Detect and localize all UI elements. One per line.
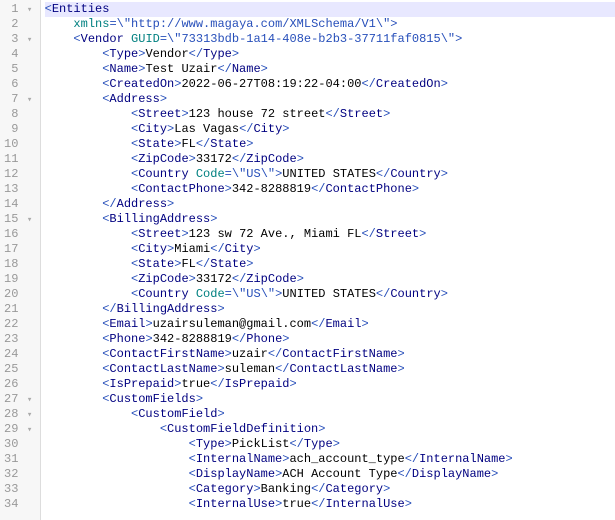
line-number: 23 xyxy=(4,332,34,347)
line-number: 32 xyxy=(4,467,34,482)
fold-icon[interactable]: ▾ xyxy=(26,33,34,48)
code-line[interactable]: <Entities xyxy=(45,2,615,17)
line-number: 10 xyxy=(4,137,34,152)
code-line[interactable]: </BillingAddress> xyxy=(45,302,615,317)
line-number: 20 xyxy=(4,287,34,302)
code-line[interactable]: <Address> xyxy=(45,92,615,107)
code-line[interactable]: <ContactPhone>342-8288819</ContactPhone> xyxy=(45,182,615,197)
line-number: 29 ▾ xyxy=(4,422,34,437)
code-area[interactable]: <Entities xmlns=\"http://www.magaya.com/… xyxy=(41,0,615,520)
line-number: 16 xyxy=(4,227,34,242)
line-number: 17 xyxy=(4,242,34,257)
code-line[interactable]: <Email>uzairsuleman@gmail.com</Email> xyxy=(45,317,615,332)
line-number: 14 xyxy=(4,197,34,212)
code-line[interactable]: <City>Las Vagas</City> xyxy=(45,122,615,137)
fold-icon[interactable]: ▾ xyxy=(26,3,34,18)
code-line[interactable]: <Phone>342-8288819</Phone> xyxy=(45,332,615,347)
fold-icon[interactable]: ▾ xyxy=(26,423,34,438)
fold-icon[interactable]: ▾ xyxy=(26,393,34,408)
line-number: 21 xyxy=(4,302,34,317)
line-number: 18 xyxy=(4,257,34,272)
fold-icon[interactable]: ▾ xyxy=(26,213,34,228)
line-number: 19 xyxy=(4,272,34,287)
line-number-gutter: 1 ▾2 3 ▾4 5 6 7 ▾8 9 10 11 12 13 14 15 ▾… xyxy=(0,0,41,520)
line-number: 25 xyxy=(4,362,34,377)
line-number: 6 xyxy=(4,77,34,92)
code-line[interactable]: <Street>123 sw 72 Ave., Miami FL</Street… xyxy=(45,227,615,242)
line-number: 15 ▾ xyxy=(4,212,34,227)
code-line[interactable]: <ContactLastName>suleman</ContactLastNam… xyxy=(45,362,615,377)
line-number: 4 xyxy=(4,47,34,62)
line-number: 33 xyxy=(4,482,34,497)
code-editor[interactable]: 1 ▾2 3 ▾4 5 6 7 ▾8 9 10 11 12 13 14 15 ▾… xyxy=(0,0,615,520)
line-number: 28 ▾ xyxy=(4,407,34,422)
line-number: 11 xyxy=(4,152,34,167)
code-line[interactable]: <IsPrepaid>true</IsPrepaid> xyxy=(45,377,615,392)
code-line[interactable]: <Country Code=\"US\">UNITED STATES</Coun… xyxy=(45,167,615,182)
code-line[interactable]: <ZipCode>33172</ZipCode> xyxy=(45,152,615,167)
line-number: 30 xyxy=(4,437,34,452)
code-line[interactable]: <CreatedOn>2022-06-27T08:19:22-04:00</Cr… xyxy=(45,77,615,92)
code-line[interactable]: <DisplayName>ACH Account Type</DisplayNa… xyxy=(45,467,615,482)
code-line[interactable]: <Street>123 house 72 street</Street> xyxy=(45,107,615,122)
code-line[interactable]: <CustomField> xyxy=(45,407,615,422)
fold-icon[interactable]: ▾ xyxy=(26,93,34,108)
line-number: 22 xyxy=(4,317,34,332)
line-number: 34 xyxy=(4,497,34,512)
line-number: 24 xyxy=(4,347,34,362)
line-number: 5 xyxy=(4,62,34,77)
code-line[interactable]: <InternalUse>true</InternalUse> xyxy=(45,497,615,512)
fold-icon[interactable]: ▾ xyxy=(26,408,34,423)
line-number: 2 xyxy=(4,17,34,32)
code-line[interactable]: </Address> xyxy=(45,197,615,212)
code-line[interactable]: <InternalName>ach_account_type</Internal… xyxy=(45,452,615,467)
code-line[interactable]: <City>Miami</City> xyxy=(45,242,615,257)
line-number: 13 xyxy=(4,182,34,197)
code-line[interactable]: <Country Code=\"US\">UNITED STATES</Coun… xyxy=(45,287,615,302)
line-number: 31 xyxy=(4,452,34,467)
line-number: 26 xyxy=(4,377,34,392)
code-line[interactable]: <CustomFieldDefinition> xyxy=(45,422,615,437)
line-number: 8 xyxy=(4,107,34,122)
line-number: 1 ▾ xyxy=(4,2,34,17)
code-line[interactable]: <Type>PickList</Type> xyxy=(45,437,615,452)
code-line[interactable]: <CustomFields> xyxy=(45,392,615,407)
line-number: 27 ▾ xyxy=(4,392,34,407)
line-number: 7 ▾ xyxy=(4,92,34,107)
line-number: 3 ▾ xyxy=(4,32,34,47)
code-line[interactable]: <Vendor GUID=\"73313bdb-1a14-408e-b2b3-3… xyxy=(45,32,615,47)
code-line[interactable]: <Category>Banking</Category> xyxy=(45,482,615,497)
code-line[interactable]: <State>FL</State> xyxy=(45,257,615,272)
code-line[interactable]: <Name>Test Uzair</Name> xyxy=(45,62,615,77)
code-line[interactable]: <Type>Vendor</Type> xyxy=(45,47,615,62)
line-number: 12 xyxy=(4,167,34,182)
code-line[interactable]: xmlns=\"http://www.magaya.com/XMLSchema/… xyxy=(45,17,615,32)
code-line[interactable]: <ContactFirstName>uzair</ContactFirstNam… xyxy=(45,347,615,362)
code-line[interactable]: <BillingAddress> xyxy=(45,212,615,227)
line-number: 9 xyxy=(4,122,34,137)
code-line[interactable]: <ZipCode>33172</ZipCode> xyxy=(45,272,615,287)
code-line[interactable]: <State>FL</State> xyxy=(45,137,615,152)
